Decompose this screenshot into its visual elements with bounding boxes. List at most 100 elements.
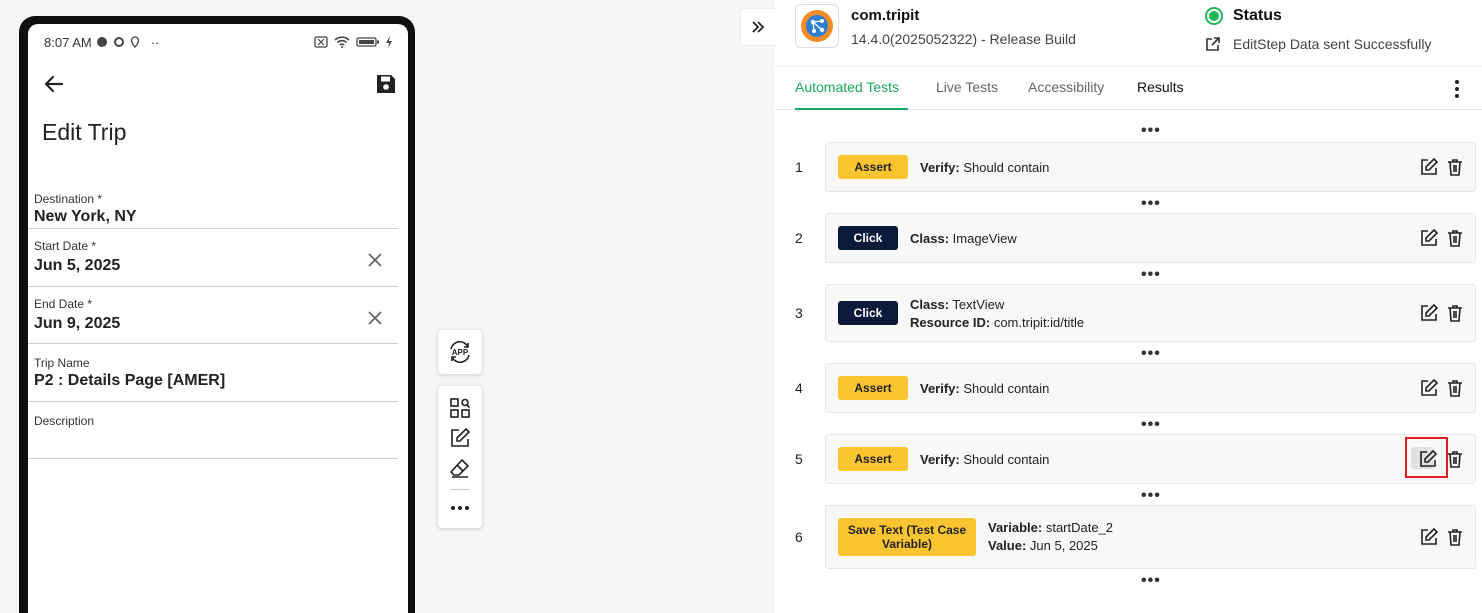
tab-automated-tests[interactable]: Automated Tests <box>795 79 899 95</box>
clear-icon[interactable] <box>366 251 384 269</box>
insert-step-dots[interactable]: ••• <box>1141 123 1161 139</box>
no-sim-icon <box>314 36 328 48</box>
insert-step-dots[interactable]: ••• <box>1141 346 1161 362</box>
step-details: Variable: startDate_2 Value: Jun 5, 2025 <box>988 519 1113 555</box>
clear-icon[interactable] <box>366 309 384 327</box>
tab-bar: Automated Tests Live Tests Accessibility… <box>775 66 1482 110</box>
app-switch-button[interactable]: APP <box>438 330 482 374</box>
insert-step-dots[interactable]: ••• <box>1141 488 1161 504</box>
step-type-badge: Save Text (Test Case Variable) <box>838 518 976 556</box>
step-card[interactable]: Save Text (Test Case Variable) Variable:… <box>825 505 1476 569</box>
tool-palette <box>438 386 482 528</box>
start-date-field[interactable]: Start Date * Jun 5, 2025 <box>28 229 398 287</box>
destination-field[interactable]: Destination * New York, NY <box>28 182 398 229</box>
end-date-field[interactable]: End Date * Jun 9, 2025 <box>28 287 398 344</box>
step-details: Class: TextView Resource ID: com.tripit:… <box>910 296 1084 332</box>
screen-title: Edit Trip <box>42 119 127 145</box>
status-title: Status <box>1233 7 1282 24</box>
insert-step-dots[interactable]: ••• <box>1141 573 1161 589</box>
app-package-name: com.tripit <box>851 7 920 24</box>
field-value: Jun 9, 2025 <box>34 315 121 332</box>
edit-step-icon[interactable] <box>1419 527 1439 547</box>
location-icon <box>130 36 139 48</box>
detail-value: Should contain <box>963 160 1050 175</box>
step-details: Verify: Should contain <box>920 159 1049 177</box>
field-label: Destination * <box>34 192 103 206</box>
status-overflow: ·· <box>150 34 160 50</box>
step-number: 4 <box>795 380 803 396</box>
edit-step-icon[interactable] <box>1419 228 1439 248</box>
wifi-icon <box>334 36 350 48</box>
edit-step-icon[interactable] <box>1419 303 1439 323</box>
kebab-menu-icon[interactable] <box>1449 79 1465 99</box>
detail-key: Verify: <box>920 452 960 467</box>
grid-search-icon[interactable] <box>448 396 472 420</box>
highlight-box <box>1405 437 1448 478</box>
field-label: Trip Name <box>34 356 90 370</box>
status-message: EditStep Data sent Successfully <box>1233 36 1432 52</box>
tool-separator <box>450 489 470 490</box>
tab-live-tests[interactable]: Live Tests <box>936 79 998 95</box>
external-link-icon[interactable] <box>1205 36 1221 52</box>
status-indicator-icon <box>1205 7 1223 25</box>
more-icon[interactable] <box>448 496 472 520</box>
edit-step-icon[interactable] <box>1419 378 1439 398</box>
step-number: 3 <box>795 305 803 321</box>
edit-step-icon[interactable] <box>1419 157 1439 177</box>
edit-icon[interactable] <box>448 426 472 450</box>
settings-icon <box>113 37 124 47</box>
delete-step-icon[interactable] <box>1445 157 1465 177</box>
step-card[interactable]: Assert Verify: Should contain <box>825 363 1476 413</box>
step-type-badge: Click <box>838 301 898 325</box>
detail-value: ImageView <box>952 231 1017 246</box>
detail-value: startDate_2 <box>1045 520 1114 535</box>
delete-step-icon[interactable] <box>1445 228 1465 248</box>
step-type-badge: Assert <box>838 447 908 471</box>
step-card[interactable]: Click Class: TextView Resource ID: com.t… <box>825 284 1476 342</box>
device-frame: 8:07 AM ·· Edit Trip Destination * New Y… <box>19 16 415 613</box>
step-number: 1 <box>795 159 803 175</box>
battery-icon <box>356 37 379 47</box>
step-card[interactable]: Assert Verify: Should contain <box>825 434 1476 484</box>
delete-step-icon[interactable] <box>1445 303 1465 323</box>
step-card[interactable]: Click Class: ImageView <box>825 213 1476 263</box>
app-logo <box>795 4 839 48</box>
expand-panel-button[interactable] <box>740 8 776 46</box>
back-arrow-icon[interactable] <box>42 72 66 96</box>
step-type-badge: Assert <box>838 376 908 400</box>
field-value: New York, NY <box>34 208 137 225</box>
tab-results[interactable]: Results <box>1137 79 1184 95</box>
delete-step-icon[interactable] <box>1445 449 1465 469</box>
detail-value: Jun 5, 2025 <box>1029 538 1098 553</box>
description-field[interactable]: Description <box>28 402 398 459</box>
detail-value: com.tripit:id/title <box>993 315 1085 330</box>
test-panel: com.tripit 14.4.0(2025052322) - Release … <box>775 0 1482 613</box>
save-icon[interactable] <box>374 72 398 96</box>
step-type-badge: Assert <box>838 155 908 179</box>
tripit-logo-icon <box>801 10 833 42</box>
tab-accessibility[interactable]: Accessibility <box>1028 79 1104 95</box>
double-chevron-right-icon <box>752 21 765 33</box>
detail-key: Variable: <box>988 520 1043 535</box>
detail-key: Class: <box>910 231 950 246</box>
insert-step-dots[interactable]: ••• <box>1141 417 1161 433</box>
delete-step-icon[interactable] <box>1445 378 1465 398</box>
charging-icon <box>386 36 392 48</box>
detail-value: TextView <box>952 297 1005 312</box>
app-icon-label: APP <box>452 348 469 357</box>
step-type-badge: Click <box>838 226 898 250</box>
field-value: Jun 5, 2025 <box>34 257 121 274</box>
field-label: Description <box>34 414 95 428</box>
trip-name-field[interactable]: Trip Name P2 : Details Page [AMER] <box>28 344 398 402</box>
delete-step-icon[interactable] <box>1445 527 1465 547</box>
field-label: End Date * <box>34 297 93 311</box>
shield-icon <box>96 37 107 47</box>
step-card[interactable]: Assert Verify: Should contain <box>825 142 1476 192</box>
insert-step-dots[interactable]: ••• <box>1141 267 1161 283</box>
insert-step-dots[interactable]: ••• <box>1141 196 1161 212</box>
step-number: 2 <box>795 230 803 246</box>
app-build-info: 14.4.0(2025052322) - Release Build <box>851 31 1076 47</box>
device-screen[interactable]: 8:07 AM ·· Edit Trip Destination * New Y… <box>28 24 408 613</box>
eraser-icon[interactable] <box>448 456 472 480</box>
detail-key: Value: <box>988 538 1027 553</box>
